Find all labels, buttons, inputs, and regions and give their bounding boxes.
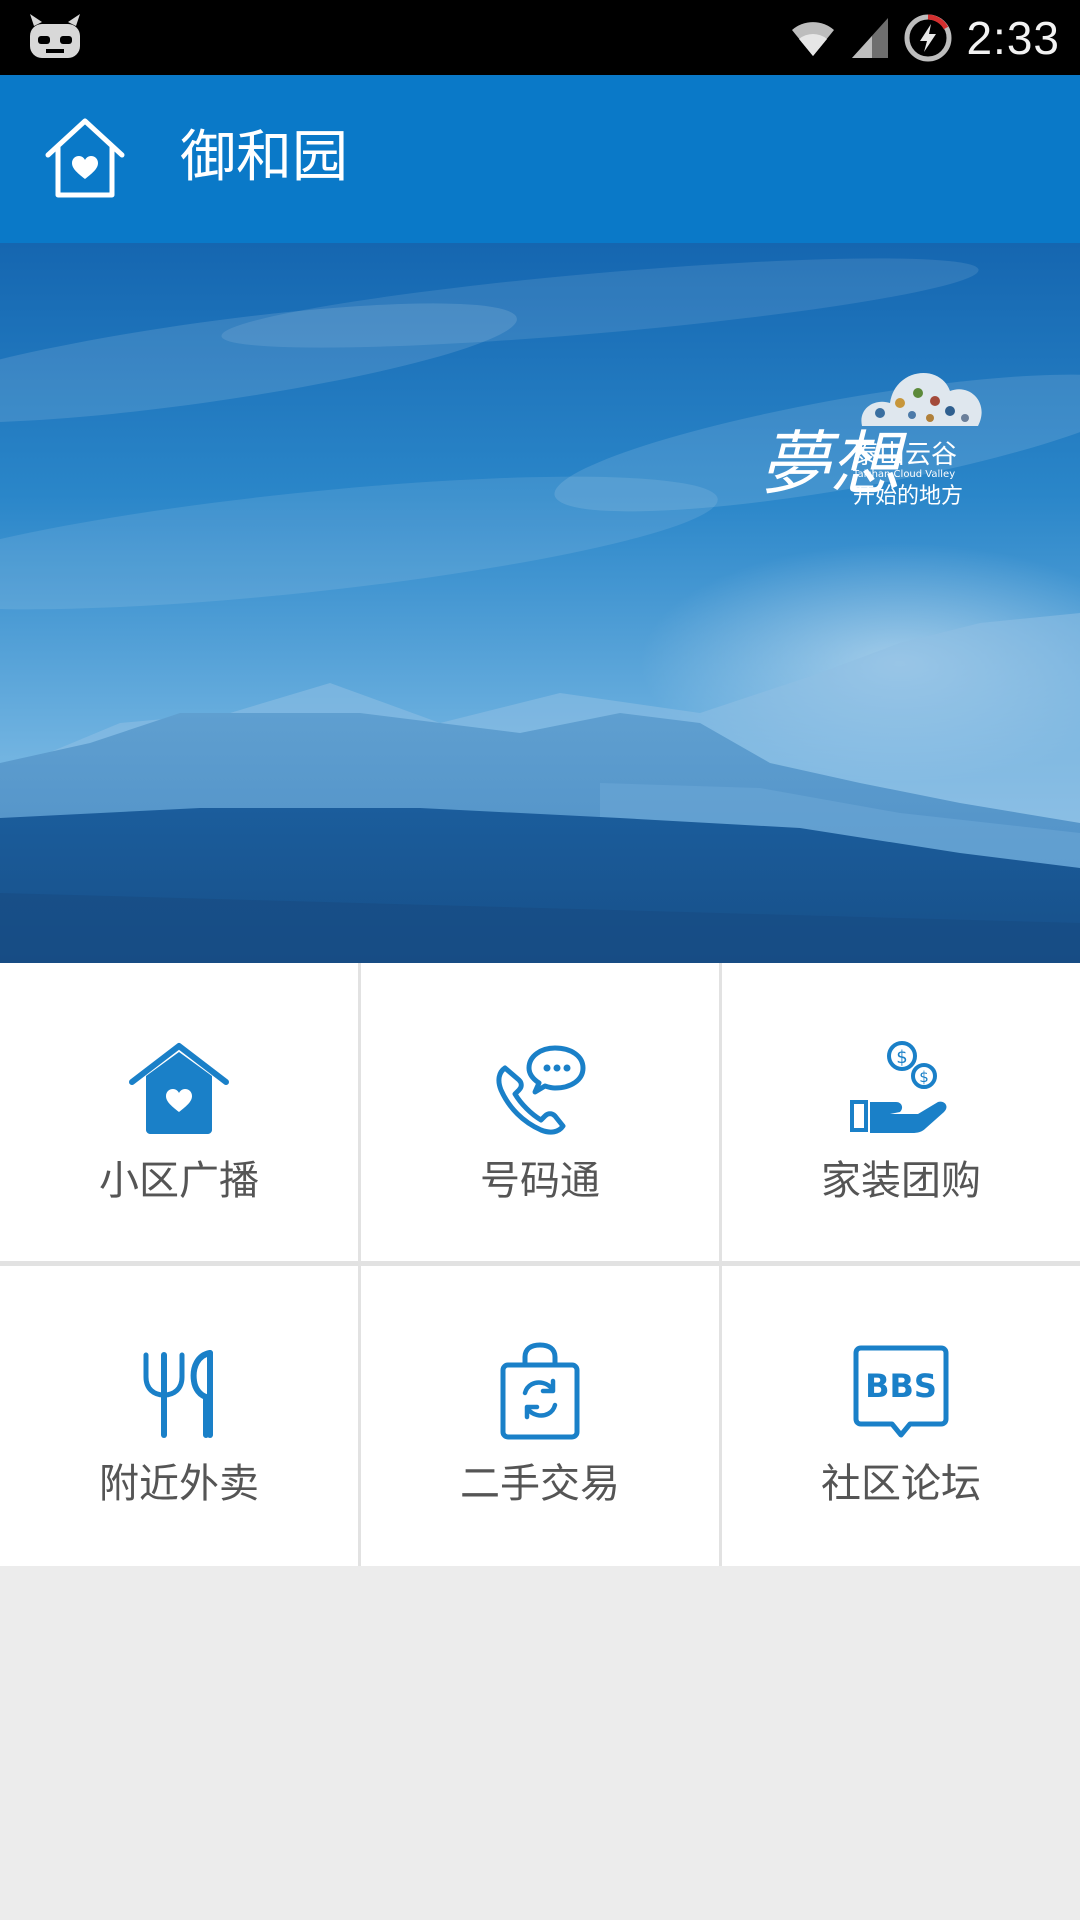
page-title: 御和园 (180, 125, 348, 190)
battery-charging-icon (904, 14, 952, 61)
tile-label: 附近外卖 (99, 1461, 259, 1507)
tile-label: 家装团购 (821, 1158, 981, 1204)
signal-icon (852, 17, 889, 58)
tile-label: 二手交易 (460, 1461, 620, 1507)
home-heart-icon[interactable] (40, 115, 130, 201)
hero-banner[interactable]: 夢想 泰山云谷 Taishan Cloud Valley 开始的地方 (0, 243, 1080, 963)
cyanogen-mascot-icon (30, 14, 80, 58)
banner-logo-slogan: 开始的地方 (853, 484, 963, 509)
svg-text:BBS: BBS (865, 1367, 937, 1405)
status-bar: 2:33 (0, 0, 1080, 75)
tile-community-forum[interactable]: BBS 社区论坛 (722, 1266, 1080, 1566)
tile-community-broadcast[interactable]: 小区广播 (0, 963, 358, 1261)
tile-label: 号码通 (480, 1158, 600, 1204)
status-right-group: 2:33 (790, 0, 1060, 75)
banner-logo-name-en: Taishan Cloud Valley (852, 469, 955, 480)
app-screen: 2:33 御和园 夢想 泰山云谷 Taishan Cloud Valley 开始… (0, 0, 1080, 1920)
svg-text:$: $ (896, 1047, 907, 1068)
status-time: 2:33 (966, 11, 1060, 64)
hand-coins-icon: $ $ (850, 1041, 947, 1133)
tile-label: 社区论坛 (821, 1461, 981, 1507)
fork-knife-icon (143, 1350, 213, 1438)
wifi-icon (792, 21, 835, 56)
tile-second-hand-trade[interactable]: 二手交易 (361, 1266, 719, 1566)
banner-logo-name-cn: 泰山云谷 (853, 440, 957, 470)
tile-nearby-takeout[interactable]: 附近外卖 (0, 1266, 358, 1566)
tile-home-decoration-group-buy[interactable]: $ $ 家装团购 (722, 963, 1080, 1261)
svg-text:$: $ (919, 1068, 929, 1086)
bbs-icon: BBS (853, 1345, 949, 1438)
feature-grid: 小区广播 号码通 $ $ 家装团购 附近外卖 二手交易 BBS 社区论坛 (0, 963, 1080, 1566)
tile-phone-directory[interactable]: 号码通 (361, 963, 719, 1261)
banner-image: 夢想 泰山云谷 Taishan Cloud Valley 开始的地方 (0, 243, 1080, 963)
house-heart-icon (129, 1043, 229, 1134)
phone-chat-icon (496, 1045, 586, 1135)
tile-label: 小区广播 (99, 1158, 259, 1204)
exchange-bag-icon (500, 1342, 580, 1440)
app-header: 御和园 (0, 75, 1080, 243)
